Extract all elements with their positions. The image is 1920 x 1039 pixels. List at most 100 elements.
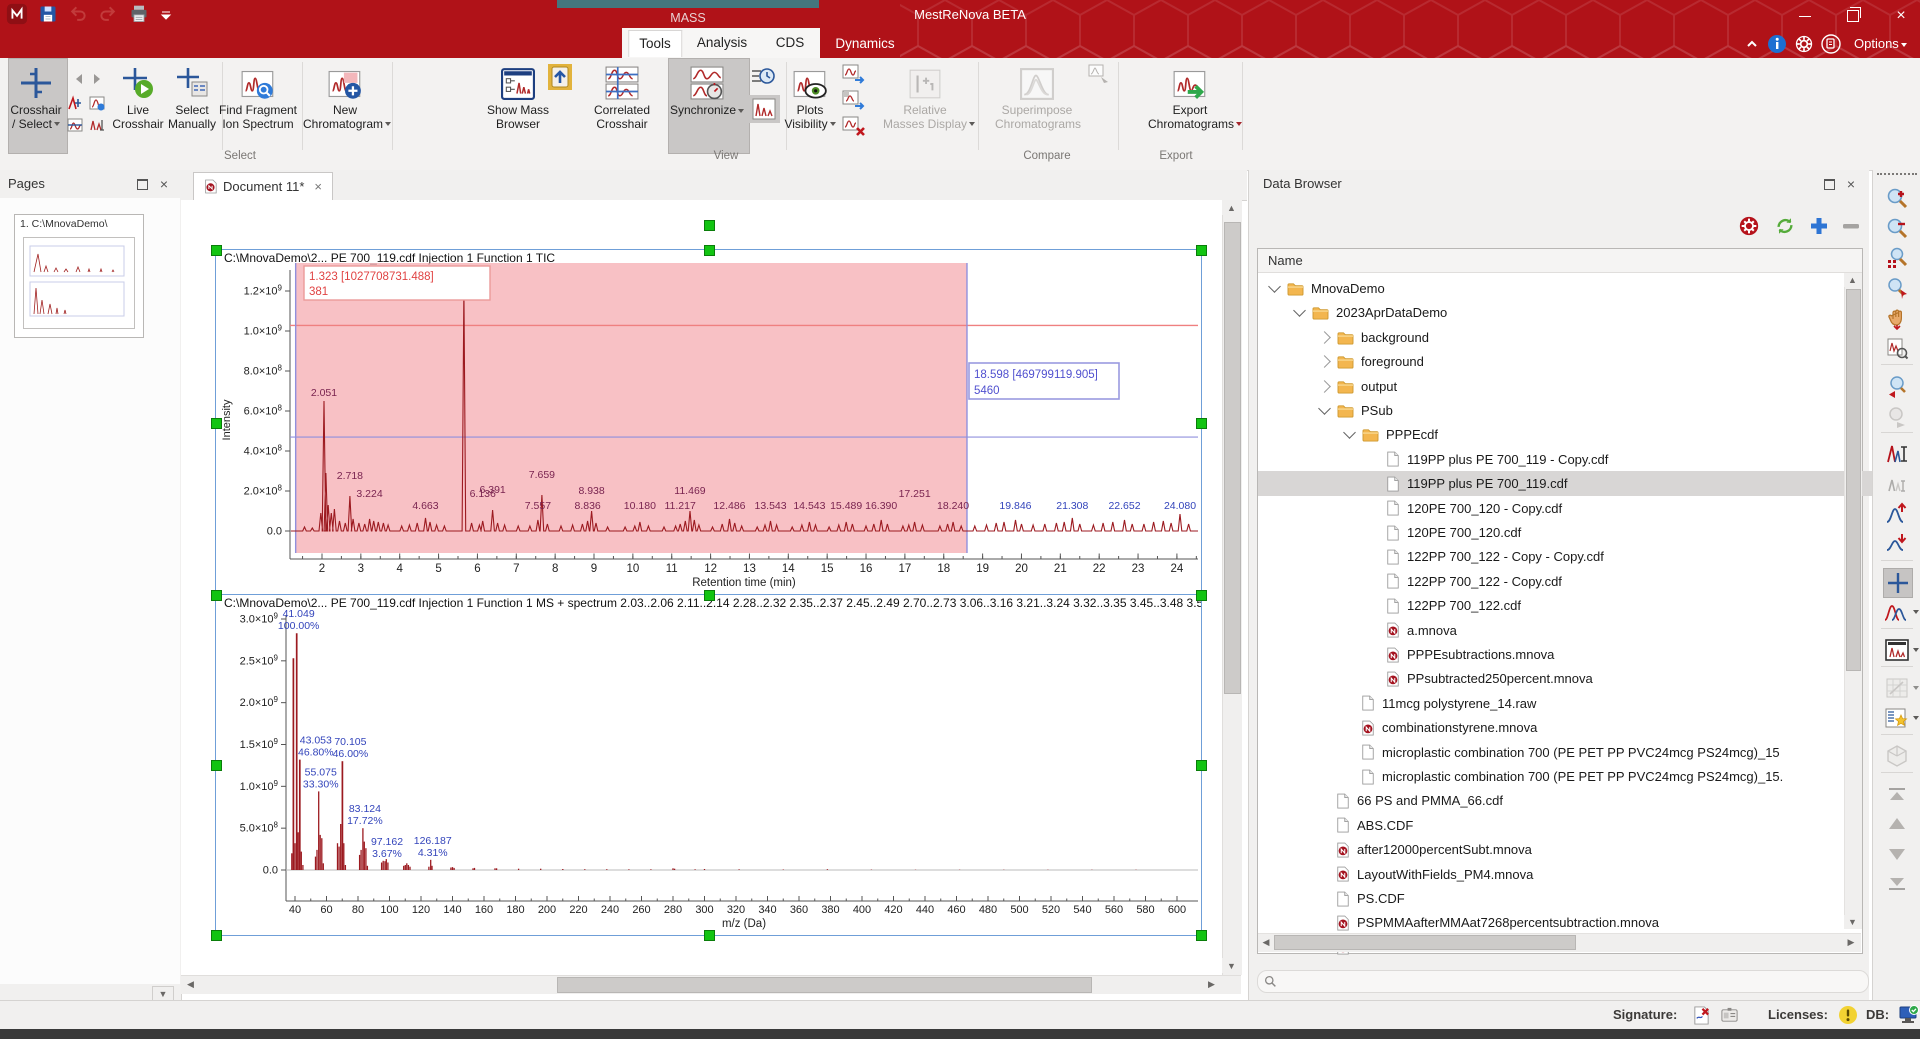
settings-red-icon[interactable]: [1737, 214, 1761, 238]
crosshair-icon[interactable]: [1883, 568, 1913, 598]
tree-item[interactable]: after12000percentSubt.mnova: [1258, 837, 1886, 862]
remove-gray-icon[interactable]: [1839, 214, 1863, 238]
context-tab-tools[interactable]: Tools: [628, 30, 682, 57]
signature-invalid-icon[interactable]: [1692, 1006, 1711, 1025]
tree-vscroll-thumb[interactable]: [1846, 289, 1861, 671]
pages-scroll-down-icon[interactable]: ▼: [152, 986, 174, 1001]
selection-handle[interactable]: [1196, 418, 1207, 429]
tree-item[interactable]: PSub: [1258, 398, 1886, 423]
overlay-spectra-icon[interactable]: [1883, 598, 1911, 626]
tree-item[interactable]: 122PP 700_122.cdf: [1258, 593, 1920, 618]
upload-gold-icon[interactable]: [548, 64, 572, 90]
document-tab-close-icon[interactable]: ×: [314, 179, 322, 194]
tree-scroll-up-icon[interactable]: ▲: [1844, 273, 1861, 287]
context-tab-analysis[interactable]: Analysis: [687, 30, 757, 56]
peak-pick-icon[interactable]: [66, 94, 84, 112]
nudge-up-icon[interactable]: [1883, 780, 1911, 808]
collapse-chevron-icon[interactable]: [1343, 427, 1356, 440]
ribbon-button-synchronize[interactable]: Synchronize: [665, 60, 749, 131]
tree-item[interactable]: 120PE 700_120 - Copy.cdf: [1258, 496, 1920, 521]
expand-chevron-icon[interactable]: [1318, 331, 1331, 344]
collapse-chevron-icon[interactable]: [1268, 280, 1281, 293]
tree-item[interactable]: foreground: [1258, 349, 1886, 374]
pages-close-icon[interactable]: ×: [156, 176, 172, 192]
selection-handle[interactable]: [211, 590, 222, 601]
selection-handle[interactable]: [704, 220, 715, 231]
tree-item[interactable]: 2023AprDataDemo: [1258, 300, 1861, 325]
auto-process-icon[interactable]: [1883, 704, 1911, 732]
tree-scroll-right-icon[interactable]: ▶: [1844, 935, 1858, 949]
nudge-up-alt-icon[interactable]: [1883, 810, 1911, 838]
selection-handle[interactable]: [211, 760, 222, 771]
tree-item[interactable]: PPsubtracted250percent.mnova: [1258, 666, 1920, 691]
tree-item[interactable]: microplastic combination 700 (PE PET PP …: [1258, 740, 1911, 765]
ribbon-button-plots-visibility[interactable]: PlotsVisibility: [768, 60, 852, 131]
zoom-in-icon[interactable]: [1883, 184, 1911, 212]
collapse-ribbon-icon[interactable]: [1744, 36, 1760, 52]
tree-item[interactable]: combinationstyrene.mnova: [1258, 715, 1911, 740]
nudge-down-alt-icon[interactable]: [1883, 870, 1911, 898]
tree-scroll-left-icon[interactable]: ◀: [1259, 935, 1273, 949]
db-status-icon[interactable]: [1898, 1005, 1920, 1025]
full-intensity-icon[interactable]: [1883, 440, 1911, 468]
print-icon[interactable]: [126, 2, 152, 26]
peak-list-icon[interactable]: [88, 116, 106, 134]
peak-region-icon[interactable]: [88, 94, 106, 112]
tree-item[interactable]: ABS.CDF: [1258, 813, 1886, 838]
ribbon-button-new-chromatogram[interactable]: NewChromatogram: [303, 60, 387, 131]
zoom-selection-icon[interactable]: [1883, 244, 1911, 272]
ribbon-button-correlated-crosshair[interactable]: CorrelatedCrosshair: [580, 60, 664, 131]
license-pages-icon[interactable]: [1821, 34, 1841, 54]
superimpose-small-icon[interactable]: [1088, 64, 1112, 84]
intensity-down-icon[interactable]: [1883, 530, 1911, 558]
tree-item[interactable]: 66 PS and PMMA_66.cdf: [1258, 788, 1886, 813]
expand-chevron-icon[interactable]: [1318, 355, 1331, 368]
doc-vscroll-thumb[interactable]: [1224, 222, 1241, 694]
selection-handle[interactable]: [1196, 245, 1207, 256]
add-blue-icon[interactable]: [1807, 214, 1831, 238]
tree-item[interactable]: 122PP 700_122 - Copy - Copy.cdf: [1258, 544, 1920, 569]
refresh-green-icon[interactable]: [1773, 214, 1797, 238]
context-tab-cds[interactable]: CDS: [766, 30, 815, 56]
licenses-warning-icon[interactable]: [1838, 1005, 1858, 1025]
pixel-grid-icon[interactable]: [1883, 674, 1911, 702]
zoom-manual-icon[interactable]: [1883, 274, 1911, 302]
tree-item[interactable]: microplastic combination 700 (PE PET PP …: [1258, 764, 1911, 789]
undo-icon[interactable]: [66, 2, 90, 26]
document-canvas[interactable]: C:\MnovaDemo\2... PE 700_119.cdf Injecti…: [181, 200, 1222, 975]
rail-drag-handle[interactable]: [1877, 173, 1917, 175]
doc-hscroll-thumb[interactable]: [557, 977, 1092, 993]
minimize-button[interactable]: [1790, 6, 1820, 26]
selection-handle[interactable]: [1196, 760, 1207, 771]
info-icon[interactable]: [1767, 34, 1787, 54]
ribbon-button-export-chromatograms[interactable]: ExportChromatograms: [1148, 60, 1232, 131]
nav-right-icon[interactable]: [90, 72, 104, 86]
selection-handle[interactable]: [1196, 930, 1207, 941]
signature-id-icon[interactable]: [1720, 1006, 1739, 1025]
collapse-chevron-icon[interactable]: [1318, 402, 1331, 415]
tree-item[interactable]: PSPMMAafterMMAat7268percentsubtraction.m…: [1258, 910, 1886, 935]
app-logo-icon[interactable]: [4, 1, 30, 27]
tree-item[interactable]: a.mnova: [1258, 618, 1920, 643]
peak-threshold-icon[interactable]: [66, 116, 84, 134]
doc-scroll-up-icon[interactable]: ▲: [1222, 200, 1241, 215]
tree-item[interactable]: PS.CDF: [1258, 886, 1886, 911]
selection-handle[interactable]: [211, 418, 222, 429]
selection-handle[interactable]: [211, 245, 222, 256]
tree-column-header[interactable]: Name: [1258, 249, 1862, 273]
tree-item[interactable]: MnovaDemo: [1258, 276, 1836, 301]
zoom-out-icon[interactable]: [1883, 214, 1911, 242]
plot-export-icon[interactable]: [842, 64, 866, 84]
redo-icon[interactable]: [96, 2, 120, 26]
pan-hand-icon[interactable]: [1883, 304, 1911, 332]
ribbon-button-relative-masses-display[interactable]: RelativeMasses Display: [883, 60, 967, 131]
nudge-down-icon[interactable]: [1883, 840, 1911, 868]
plot-lock-icon[interactable]: [842, 90, 866, 110]
data-browser-float-icon[interactable]: [1821, 176, 1837, 192]
fit-intensity-icon[interactable]: [1883, 470, 1911, 498]
tree-item[interactable]: PPPEsubtractions.mnova: [1258, 642, 1920, 667]
cube-3d-icon[interactable]: [1883, 742, 1911, 770]
menu-item-dynamics[interactable]: Dynamics: [825, 32, 904, 56]
zoom-previous-icon[interactable]: [1883, 372, 1911, 400]
data-browser-close-icon[interactable]: ×: [1843, 176, 1859, 192]
